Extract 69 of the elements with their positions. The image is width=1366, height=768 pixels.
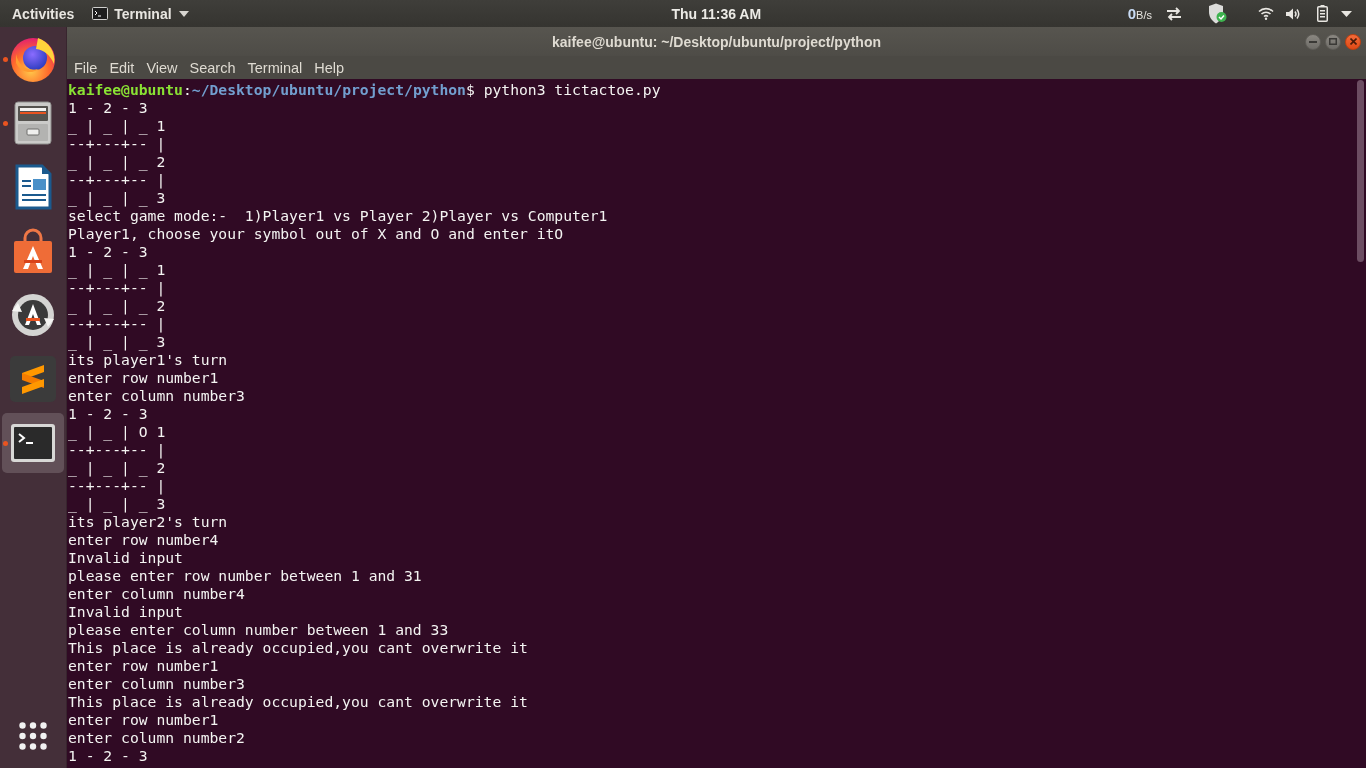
output-line: 1 - 2 - 3 (68, 747, 148, 765)
window-title: kaifee@ubuntu: ~/Desktop/ubuntu/project/python (551, 33, 881, 50)
terminal-icon (92, 7, 109, 20)
scrollbar-thumb[interactable] (1357, 80, 1364, 262)
zigzag-tile-icon (9, 355, 57, 403)
caret-icon (178, 10, 189, 17)
dock-app-button[interactable] (2, 413, 64, 473)
output-line: please enter row number between 1 and 31 (68, 567, 422, 585)
output-line: enter column number2 (68, 729, 245, 747)
prompt-line: kaifee@ubuntu:~/Desktop/ubuntu/project/python$ python3 tictactoe.py (68, 81, 661, 99)
menu-item[interactable]: Terminal (241, 57, 309, 78)
output-line: --+---+-- | (68, 477, 166, 495)
output-line: _ | _ | _ 2 (68, 459, 166, 477)
output-line: --+---+-- | (68, 315, 166, 333)
output-line: _ | _ | _ 2 (68, 153, 166, 171)
maximize-button[interactable] (1325, 33, 1341, 50)
output-line: _ | _ | _ 2 (68, 297, 166, 315)
output-line: enter row number4 (68, 531, 219, 549)
output-line: 1 - 2 - 3 (68, 99, 148, 117)
maximize-icon (1329, 38, 1337, 45)
menu-item[interactable]: Edit (103, 57, 141, 78)
output-line: Invalid input (68, 603, 183, 621)
output-line: _ | _ | O 1 (68, 423, 166, 441)
transfer-arrows-icon[interactable] (1166, 6, 1182, 21)
output-line: --+---+-- | (68, 279, 166, 297)
menu-item[interactable]: File (68, 57, 104, 78)
network-speed: 0B/s (1127, 5, 1152, 22)
globe-icon (9, 35, 57, 83)
output-line: 1 - 2 - 3 (68, 243, 148, 261)
output-line: enter row number1 (68, 657, 219, 675)
activities-button[interactable]: Activities (0, 0, 79, 27)
output-line: enter column number3 (68, 675, 245, 693)
shield-check-icon[interactable] (1208, 3, 1227, 24)
output-line: This place is already occupied,you cant overwrite it (68, 693, 528, 711)
volume-icon[interactable] (1285, 6, 1301, 21)
update-arrows-icon (9, 291, 57, 339)
close-button[interactable] (1345, 33, 1361, 50)
output-line: _ | _ | _ 3 (68, 495, 166, 513)
output-line: its player2's turn (68, 513, 228, 531)
battery-icon[interactable] (1317, 5, 1328, 22)
caret-icon[interactable] (1341, 10, 1352, 17)
menu-item[interactable]: Search (183, 57, 242, 78)
close-icon (1349, 38, 1357, 45)
output-line: _ | _ | _ 1 (68, 117, 166, 135)
output-line: 1 - 2 - 3 (68, 405, 148, 423)
menu-item[interactable]: Help (308, 57, 351, 78)
output-line: select game mode:- 1)Player1 vs Player 2)Player vs Computer1 (68, 207, 608, 225)
app-menu-button[interactable]: Terminal (78, 0, 193, 27)
output-line: its player1's turn (68, 351, 228, 369)
output-line: enter column number3 (68, 387, 245, 405)
minimize-icon (1309, 40, 1317, 43)
wifi-icon[interactable] (1258, 7, 1274, 20)
output-line: _ | _ | _ 3 (68, 189, 166, 207)
output-line: --+---+-- | (68, 441, 166, 459)
clock-button[interactable]: Thu 11:36 AM (671, 0, 762, 27)
app-grid-icon (19, 722, 47, 750)
output-line: This place is already occupied,you cant overwrite it (68, 639, 528, 657)
output-line: Invalid input (68, 549, 183, 567)
output-line: please enter column number between 1 and 33 (68, 621, 449, 639)
output-line: enter row number1 (68, 369, 219, 387)
output-line: --+---+-- | (68, 171, 166, 189)
output-line: _ | _ | _ 3 (68, 333, 166, 351)
output-line: enter column number4 (68, 585, 245, 603)
output-line: _ | _ | _ 1 (68, 261, 166, 279)
minimize-button[interactable] (1305, 33, 1321, 50)
output-line: Player1, choose your symbol out of X and O and enter itO (68, 225, 564, 243)
output-line: enter row number1 (68, 711, 219, 729)
output-line: --+---+-- | (68, 135, 166, 153)
menu-item[interactable]: View (140, 57, 184, 78)
